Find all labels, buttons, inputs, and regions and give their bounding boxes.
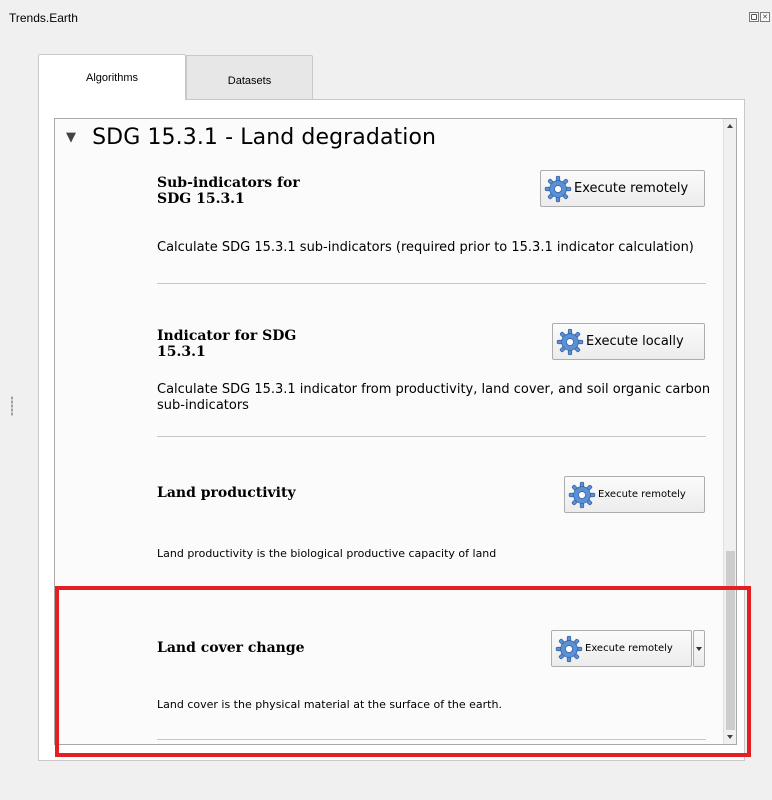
- caret-down-icon[interactable]: ▼: [66, 130, 76, 145]
- algorithm-title: Land productivity: [157, 485, 296, 501]
- algorithm-description-line: Calculate SDG 15.3.1 indicator from prod…: [157, 382, 711, 397]
- chevron-down-icon[interactable]: [693, 630, 705, 667]
- algorithm-title-line: Sub-indicators for: [157, 175, 300, 191]
- algorithm-title-line: SDG 15.3.1: [157, 191, 245, 207]
- close-icon[interactable]: ✕: [760, 12, 770, 22]
- tab-algorithms-label: Algorithms: [86, 72, 138, 84]
- algorithm-title: Indicator for SDG 15.3.1: [157, 328, 296, 360]
- section-header[interactable]: ▼ SDG 15.3.1 - Land degradation: [66, 125, 436, 150]
- splitter-handle[interactable]: [11, 396, 13, 416]
- scroll-down-icon[interactable]: [724, 730, 736, 744]
- gear-icon: [568, 481, 596, 509]
- algorithm-description: Calculate SDG 15.3.1 sub-indicators (req…: [157, 240, 694, 255]
- gear-icon: [556, 328, 584, 356]
- algorithm-title-line: 15.3.1: [157, 344, 206, 360]
- scroll-up-icon[interactable]: [724, 119, 736, 133]
- button-label: Execute remotely: [574, 181, 689, 196]
- algorithm-title-line: Indicator for SDG: [157, 328, 297, 344]
- algorithm-title: Land cover change: [157, 640, 305, 656]
- algorithm-description-line: sub-indicators: [157, 398, 249, 413]
- execute-remotely-button[interactable]: Execute remotely: [540, 170, 705, 207]
- button-label: Execute locally: [586, 334, 684, 349]
- scrollbar-thumb[interactable]: [726, 551, 735, 731]
- algorithm-title: Sub-indicators for SDG 15.3.1: [157, 175, 300, 207]
- tab-algorithms[interactable]: Algorithms: [38, 54, 186, 100]
- dock-buttons: ✕: [749, 12, 770, 22]
- divider: [157, 283, 706, 284]
- algorithms-scroll-area[interactable]: ▼ SDG 15.3.1 - Land degradation Sub-indic…: [54, 118, 737, 745]
- gear-icon: [555, 635, 583, 663]
- float-icon[interactable]: [749, 12, 759, 22]
- tab-datasets[interactable]: Datasets: [186, 55, 313, 101]
- dock-title: Trends.Earth: [9, 11, 78, 25]
- dock-title-bar[interactable]: Trends.Earth ✕: [0, 0, 772, 34]
- execute-remotely-button[interactable]: Execute remotely: [564, 476, 705, 513]
- algorithm-description: Land productivity is the biological prod…: [157, 547, 497, 560]
- section-title: SDG 15.3.1 - Land degradation: [92, 125, 437, 150]
- divider: [157, 739, 706, 740]
- algorithm-description: Calculate SDG 15.3.1 indicator from prod…: [157, 382, 710, 414]
- execute-remotely-button[interactable]: Execute remotely: [551, 630, 692, 667]
- button-label: Execute remotely: [585, 643, 673, 654]
- divider: [157, 436, 706, 437]
- vertical-scrollbar[interactable]: [723, 119, 736, 744]
- execute-locally-button[interactable]: Execute locally: [552, 323, 705, 360]
- tab-datasets-label: Datasets: [227, 75, 272, 87]
- gear-icon: [544, 175, 572, 203]
- button-label: Execute remotely: [598, 489, 686, 500]
- algorithm-description: Land cover is the physical material at t…: [157, 698, 502, 711]
